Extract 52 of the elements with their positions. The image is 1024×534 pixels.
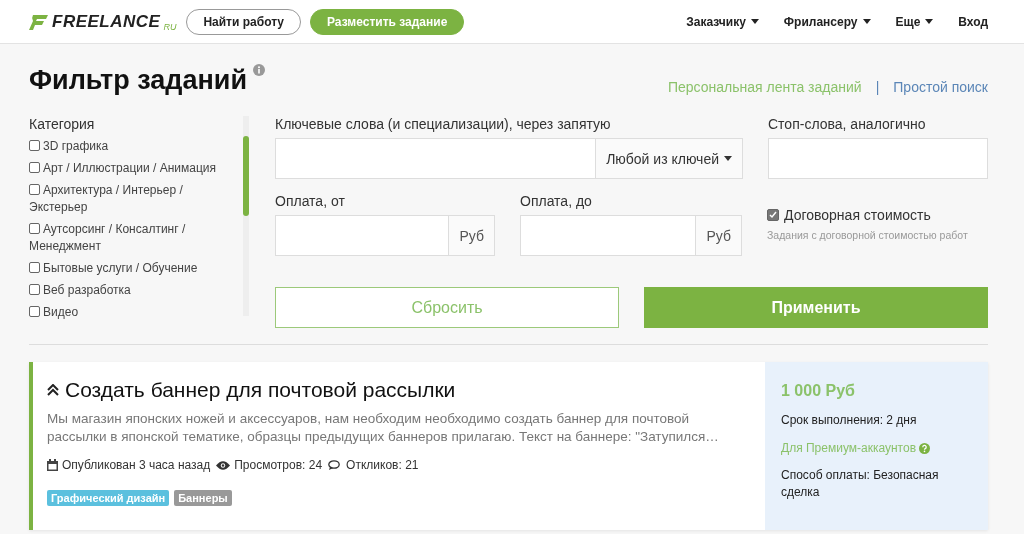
pay-from-field[interactable]: Руб xyxy=(275,215,495,256)
category-label: Категория xyxy=(29,116,96,132)
info-icon[interactable] xyxy=(253,64,265,76)
negotiable-label[interactable]: Договорная стоимость xyxy=(784,207,931,223)
negotiable-checkbox[interactable] xyxy=(767,209,779,221)
nav-link[interactable]: Вход xyxy=(958,14,988,29)
find-work-button[interactable]: Найти работу xyxy=(186,8,301,35)
views-count: Просмотров: 24 xyxy=(234,458,323,472)
payment-method: Способ оплаты: Безопасная сделка xyxy=(781,467,940,501)
chevrons-up-icon xyxy=(47,384,59,396)
pay-to-field[interactable]: Руб xyxy=(520,215,742,256)
logo-icon xyxy=(29,13,49,30)
currency-addon: Руб xyxy=(448,216,494,255)
logo-text[interactable]: FREELANCE xyxy=(52,11,161,32)
category-checkbox[interactable]: 3D графика xyxy=(29,138,241,155)
caret-icon xyxy=(925,19,934,24)
keywords-label: Ключевые слова (и специализации), через запятую xyxy=(275,116,612,132)
nav-link[interactable]: Еще xyxy=(895,14,934,29)
category-checkbox[interactable]: Архитектура / Интерьер / Экстерьер xyxy=(29,182,241,216)
comments-icon xyxy=(328,459,343,471)
task-title[interactable]: Создать баннер для почтовой рассылки xyxy=(65,378,456,402)
calendar-icon xyxy=(47,459,58,471)
pay-from-label: Оплата, от xyxy=(275,193,346,209)
task-description: Мы магазин японских ножей и аксессуаров, нам необходим необходимо создать баннер для почтовой рассылки в японской тематике, образцы предыдущих баннеров прилагаю. Текст на баннере: "Затупился… xyxy=(47,410,720,446)
simple-search-link[interactable]: Простой поиск xyxy=(893,79,988,95)
pay-to-label: Оплата, до xyxy=(520,193,593,209)
nav-link[interactable]: Заказчику xyxy=(686,14,759,29)
scrollbar[interactable] xyxy=(243,116,249,316)
category-checkbox[interactable]: Аутсорсинг / Консалтинг / Менеджмент xyxy=(29,221,241,255)
help-icon[interactable] xyxy=(919,442,930,454)
currency-addon: Руб xyxy=(695,216,741,255)
link-separator: | xyxy=(875,79,880,95)
task-deadline: Срок выполнения: 2 дня xyxy=(781,412,918,429)
category-checkbox[interactable]: Бытовые услуги / Обучение xyxy=(29,260,241,277)
caret-icon xyxy=(862,19,871,24)
eye-icon xyxy=(216,460,231,470)
keywords-field[interactable]: Любой из ключей xyxy=(275,138,743,179)
stopwords-field[interactable] xyxy=(768,138,988,179)
nav-link[interactable]: Фрилансеру xyxy=(783,14,871,29)
published-time: Опубликован 3 часа назад xyxy=(62,458,211,472)
page-title: Фильтр заданий xyxy=(29,64,247,96)
category-checkbox[interactable]: Веб разработка xyxy=(29,282,241,299)
category-checkbox[interactable]: Арт / Иллюстрации / Анимация xyxy=(29,160,241,177)
responses-count: Откликов: 21 xyxy=(346,458,419,472)
stopwords-label: Стоп-слова, аналогично xyxy=(768,116,927,132)
logo-suffix: RU xyxy=(163,21,177,32)
match-mode-dropdown[interactable]: Любой из ключей xyxy=(595,139,742,178)
negotiable-hint: Задания с договорной стоимостью работ xyxy=(767,229,968,241)
task-price: 1 000 Руб xyxy=(781,382,856,400)
category-checkbox[interactable]: Видео xyxy=(29,304,241,321)
caret-icon xyxy=(750,19,759,24)
caret-icon xyxy=(724,156,732,161)
